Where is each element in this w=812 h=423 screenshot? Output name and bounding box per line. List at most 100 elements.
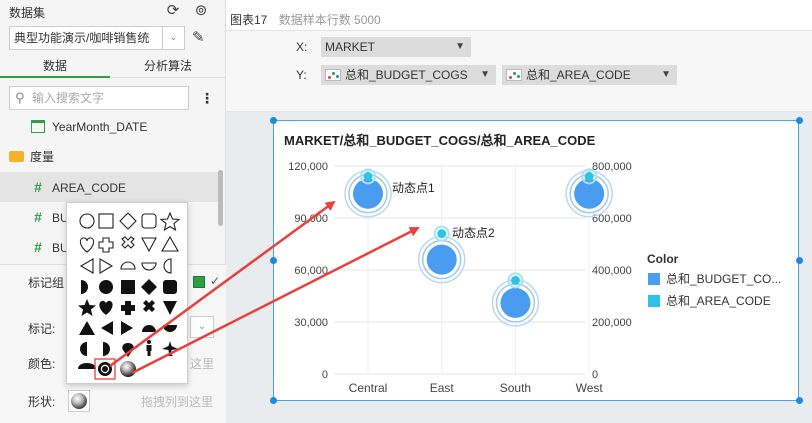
app-root: 数据集 ⟳ ⊚ 典型功能演示/咖啡销售统 ⌄ ✎ 数据 分析算法 ⚲ 输入搜索文…	[0, 0, 812, 423]
shape-triangle-up-filled[interactable]	[79, 321, 95, 335]
shape-dome-filled[interactable]	[78, 363, 96, 369]
chart-container[interactable]: MARKET/总和_BUDGET_COGS/总和_AREA_CODE 120,00…	[273, 120, 799, 401]
left-tick-label: 120,000	[288, 161, 328, 173]
resize-handle-bl[interactable]	[270, 397, 277, 404]
x-field-pill[interactable]: MARKET ▼	[321, 37, 471, 57]
tab-data[interactable]: 数据	[0, 56, 110, 78]
data-point-budget-cogs[interactable]	[426, 244, 457, 275]
check-icon[interactable]: ✓	[210, 274, 220, 288]
chevron-down-icon[interactable]: ⌄	[162, 27, 184, 49]
shape-star-filled[interactable]	[78, 299, 96, 316]
resize-handle-ml[interactable]	[270, 257, 277, 264]
category-tick-label: West	[576, 381, 604, 395]
resize-handle-br[interactable]	[796, 397, 803, 404]
more-menu-icon[interactable]: ⋮	[200, 90, 214, 107]
shape-rounded-square-outline[interactable]	[141, 213, 157, 229]
folder-measures[interactable]: 度量	[0, 142, 218, 172]
shape-rounded-square-filled[interactable]	[163, 280, 177, 294]
main-area: 图表17 数据样本行数 5000 X: MARKET ▼ Y: 总和_BUDGE…	[226, 0, 812, 423]
data-point-area-code[interactable]	[584, 171, 594, 181]
chart-name: 图表17	[230, 13, 268, 27]
left-tick-label: 0	[322, 369, 328, 381]
right-tick-label: 0	[592, 369, 598, 381]
resize-handle-tl[interactable]	[270, 117, 277, 124]
left-tick-label: 90,000	[294, 213, 328, 225]
mark-type-select[interactable]: ⌄	[190, 316, 214, 338]
search-placeholder: 输入搜索文字	[32, 91, 105, 105]
link-icon[interactable]: ⊚	[192, 2, 210, 20]
shape-heart-filled[interactable]	[99, 300, 113, 315]
scatter-icon	[325, 68, 341, 81]
shape-half-circle-right-filled[interactable]	[81, 280, 88, 294]
shape-cross-outline[interactable]	[98, 237, 114, 253]
image-icon[interactable]	[193, 276, 205, 288]
data-point-area-code[interactable]	[437, 229, 447, 239]
color-label: 颜色:	[28, 357, 56, 371]
shape-grid	[78, 211, 181, 380]
shape-triangle-up-outline[interactable]	[161, 235, 179, 252]
x-axis-label: X:	[296, 40, 308, 54]
shape-heart-outline[interactable]	[79, 237, 95, 253]
shape-square-outline[interactable]	[98, 213, 114, 229]
right-tick-label: 400,000	[592, 265, 632, 277]
y-field-pill-1[interactable]: 总和_BUDGET_COGS ▼	[321, 65, 496, 85]
data-point-area-code[interactable]	[510, 275, 520, 285]
right-tick-label: 800,000	[592, 161, 632, 173]
shape-triangle-left-outline[interactable]	[79, 258, 94, 274]
tab-analysis-algorithm[interactable]: 分析算法	[110, 56, 226, 78]
shape-star-outline[interactable]	[159, 211, 181, 232]
edit-icon[interactable]: ✎	[192, 28, 210, 46]
shape-triangle-right-filled[interactable]	[121, 321, 133, 335]
shape-triangle-down-outline[interactable]	[141, 237, 157, 253]
shape-airplane-filled[interactable]	[162, 341, 178, 356]
shape-triangle-down-filled[interactable]	[163, 301, 177, 315]
field-area-code[interactable]: # AREA_CODE	[0, 172, 218, 202]
shape-square-filled[interactable]	[121, 280, 135, 294]
shape-triangle-right-outline[interactable]	[99, 258, 114, 274]
dataset-select[interactable]: 典型功能演示/咖啡销售统 ⌄	[9, 26, 185, 50]
chevron-down-icon[interactable]: ▼	[455, 37, 465, 57]
y-field-pill-2[interactable]: 总和_AREA_CODE ▼	[502, 65, 677, 85]
shape-half-circle-left-filled[interactable]	[80, 342, 87, 356]
mark-label: 标记:	[28, 322, 56, 336]
search-input[interactable]: ⚲ 输入搜索文字	[9, 86, 189, 110]
shape-map-pin-filled[interactable]	[122, 343, 134, 357]
shape-half-circle-bottom-outline[interactable]	[141, 262, 157, 271]
category-tick-label: Central	[349, 381, 388, 395]
shape-person-filled[interactable]	[146, 340, 152, 356]
scrollbar[interactable]	[218, 170, 223, 226]
shape-half-circle-right-filled-2[interactable]	[103, 342, 110, 356]
shape-x-outline[interactable]	[121, 236, 135, 249]
chevron-down-icon[interactable]: ▼	[661, 65, 671, 85]
shape-sphere[interactable]	[120, 361, 136, 377]
shape-half-circle-top-filled[interactable]	[142, 325, 156, 332]
hash-icon: #	[34, 209, 42, 225]
shape-drop-target[interactable]: 拖拽列到这里	[141, 393, 213, 410]
legend-label[interactable]: 总和_AREA_CODE	[666, 294, 771, 308]
hash-icon: #	[34, 179, 42, 195]
resize-handle-mr[interactable]	[796, 257, 803, 264]
chart-header: 图表17 数据样本行数 5000	[230, 11, 381, 28]
field-yearmonth[interactable]: YearMonth_DATE	[0, 112, 218, 142]
shape-cross-filled[interactable]	[121, 301, 135, 315]
legend-label[interactable]: 总和_BUDGET_CO...	[666, 272, 781, 286]
chevron-down-icon[interactable]: ▼	[480, 65, 490, 85]
data-point-budget-cogs[interactable]	[500, 287, 531, 318]
sphere-icon	[71, 393, 87, 409]
shape-half-circle-top-outline[interactable]	[120, 261, 136, 270]
resize-handle-tr[interactable]	[796, 117, 803, 124]
refresh-icon[interactable]: ⟳	[164, 2, 182, 20]
shape-half-circle-left-outline[interactable]	[163, 258, 172, 274]
shape-diamond-filled[interactable]	[141, 279, 157, 295]
color-drop-target[interactable]: 这里	[190, 355, 214, 372]
dataset-value: 典型功能演示/咖啡销售统	[14, 31, 150, 45]
shape-diamond-outline[interactable]	[119, 212, 137, 230]
shape-circle-filled[interactable]	[99, 280, 113, 294]
shape-circle-outline[interactable]	[79, 213, 95, 229]
left-panel: 数据集 ⟳ ⊚ 典型功能演示/咖啡销售统 ⌄ ✎ 数据 分析算法 ⚲ 输入搜索文…	[0, 0, 226, 423]
shape-x-filled[interactable]	[143, 300, 155, 312]
data-point-area-code[interactable]	[363, 171, 373, 181]
shape-preview-button[interactable]	[68, 390, 90, 412]
shape-half-circle-bottom-filled[interactable]	[163, 325, 177, 332]
shape-triangle-left-filled[interactable]	[101, 321, 113, 335]
